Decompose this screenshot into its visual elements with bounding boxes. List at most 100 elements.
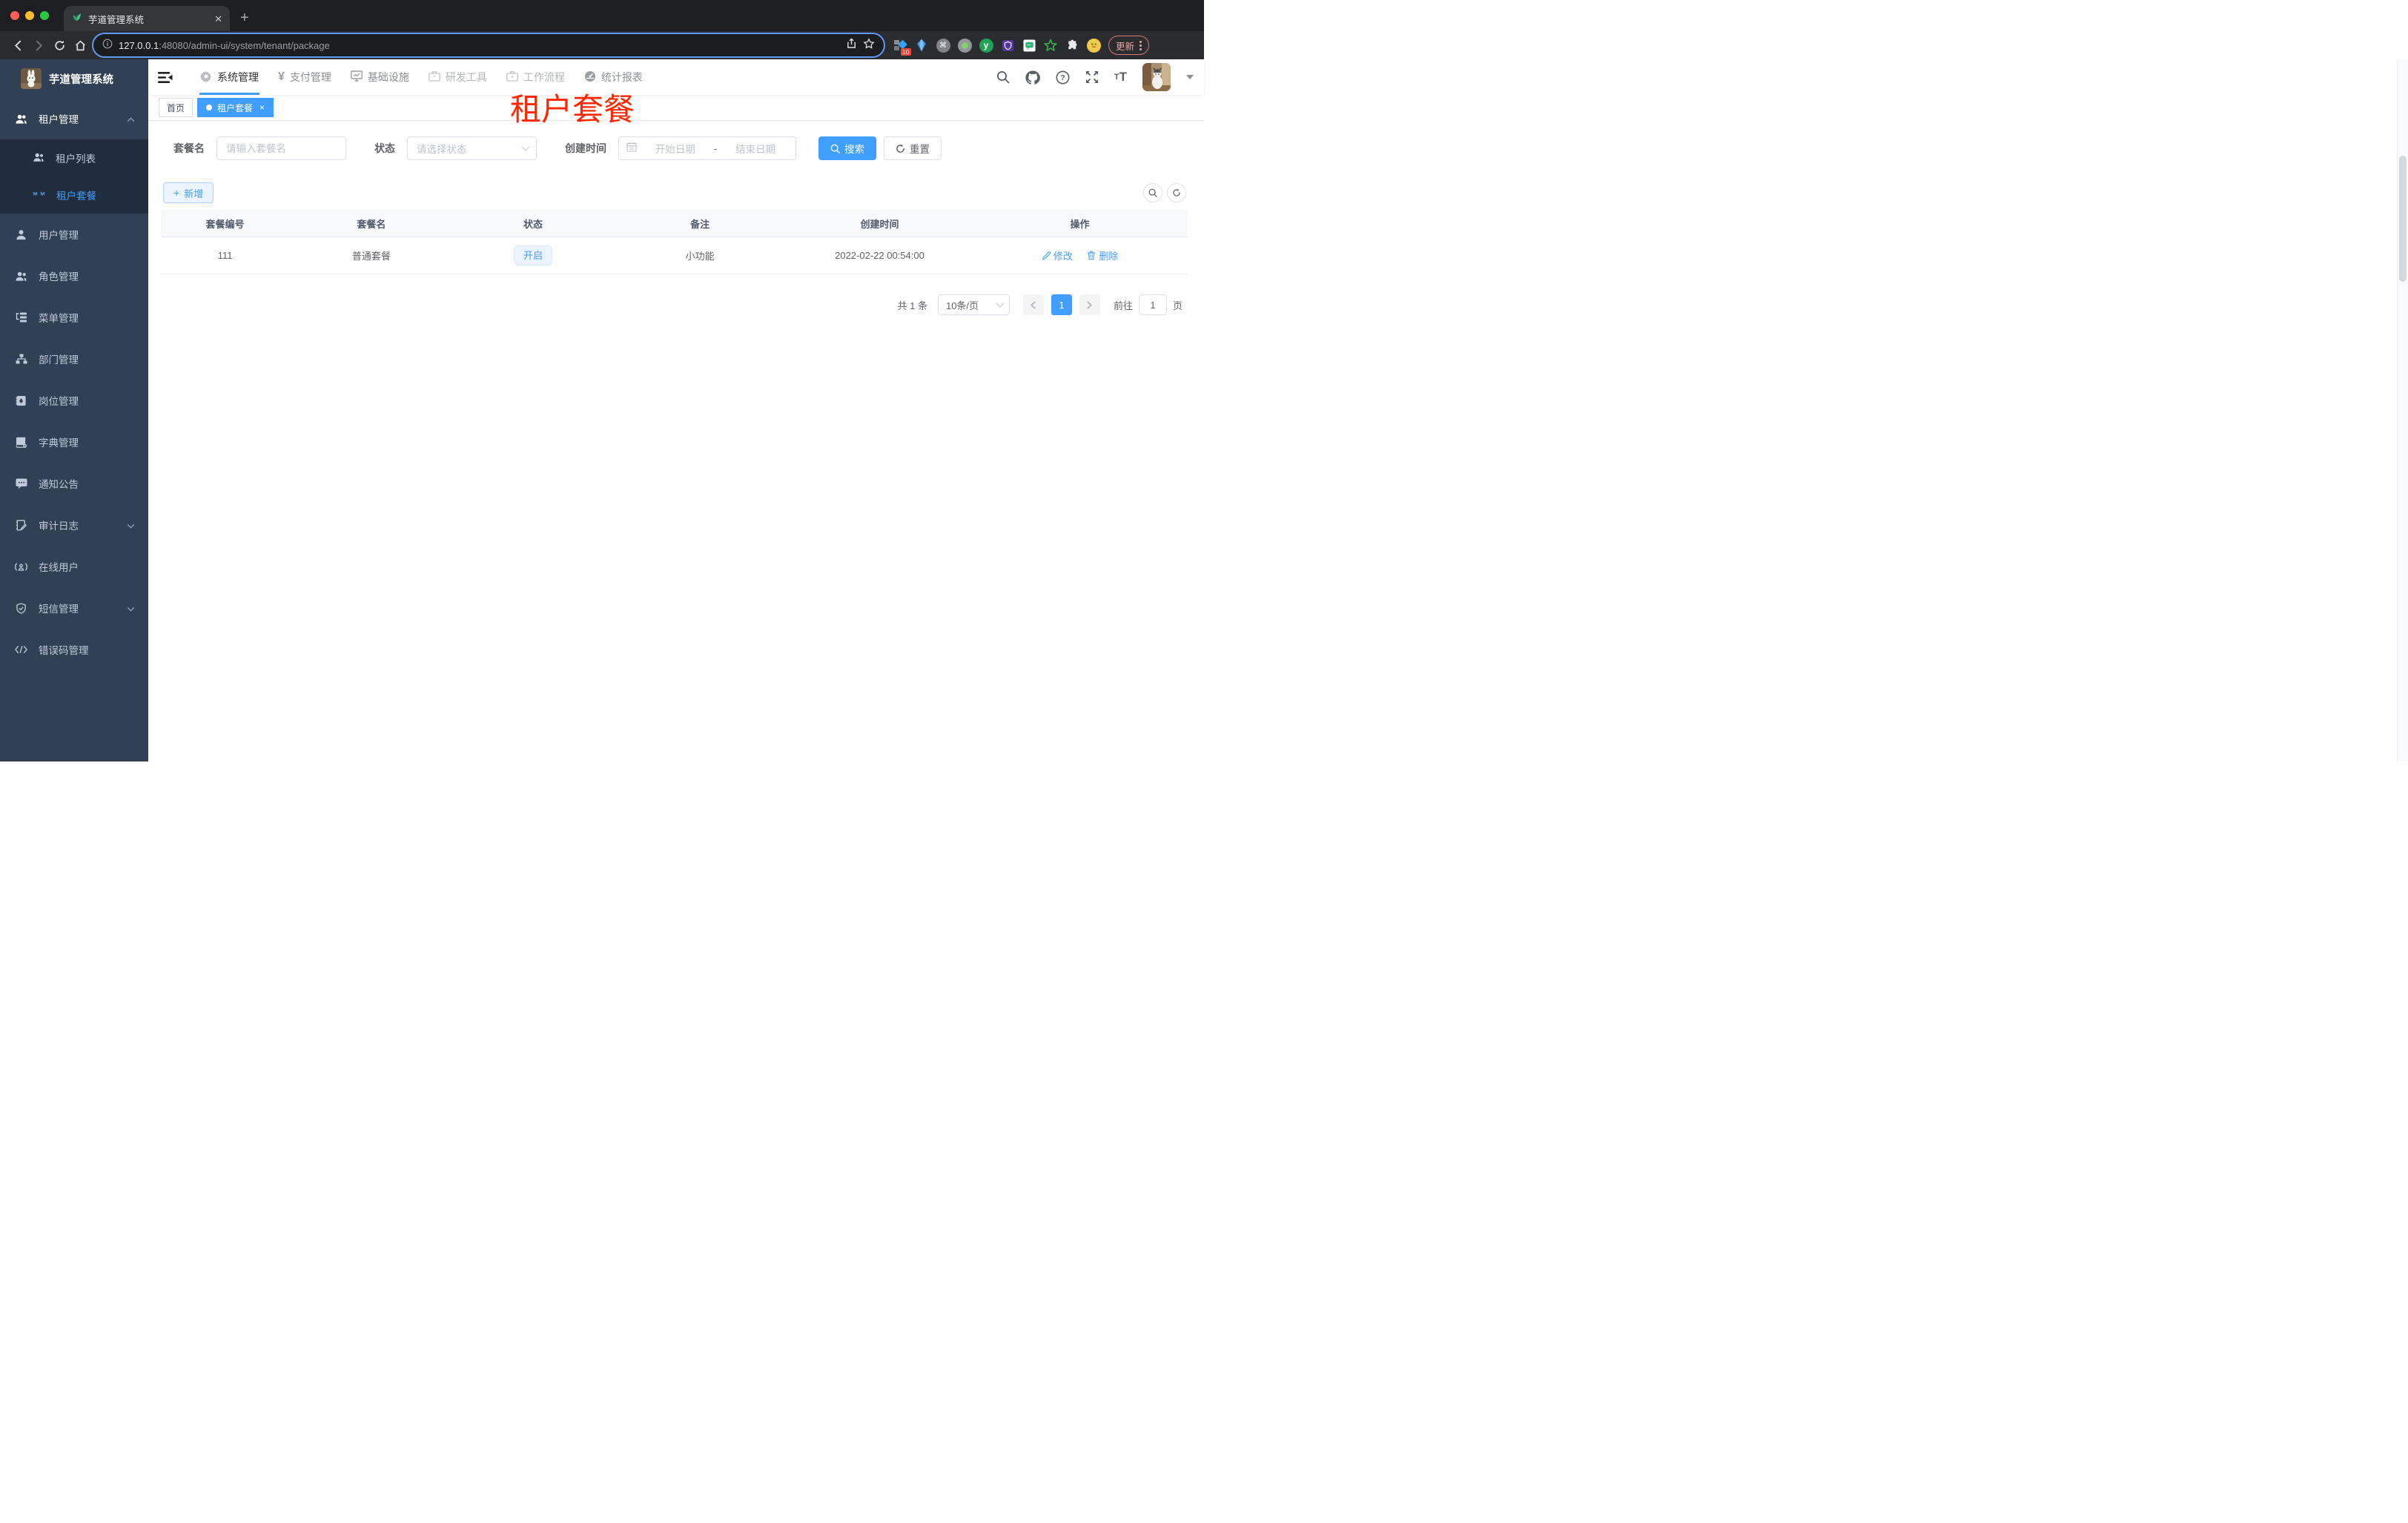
extension-green-dot-icon[interactable] bbox=[957, 38, 972, 53]
zoom-window-button[interactable] bbox=[40, 11, 49, 20]
tab-close-icon[interactable]: ✕ bbox=[214, 14, 222, 24]
browser-tab[interactable]: 芋道管理系统 ✕ bbox=[64, 6, 230, 31]
sidebar-item-label: 租户管理 bbox=[39, 114, 79, 125]
top-menu-label: 基础设施 bbox=[367, 71, 409, 83]
sidebar-item-user-management[interactable]: 用户管理 bbox=[0, 214, 148, 255]
cell-name: 普通套餐 bbox=[351, 251, 391, 262]
sidebar-item-audit-log[interactable]: 审计日志 bbox=[0, 504, 148, 546]
sidebar-item-label: 短信管理 bbox=[39, 604, 79, 615]
svg-text:?: ? bbox=[1060, 73, 1065, 82]
fullscreen-icon[interactable] bbox=[1085, 70, 1099, 84]
top-menu-label: 系统管理 bbox=[217, 71, 259, 83]
top-menu-workflow[interactable]: 工作流程 bbox=[497, 59, 575, 95]
next-page-button[interactable] bbox=[1079, 294, 1100, 315]
address-bar[interactable]: 127.0.0.1:48080/admin-ui/system/tenant/p… bbox=[93, 34, 884, 56]
tag-home[interactable]: 首页 bbox=[159, 98, 194, 117]
reset-label: 重置 bbox=[910, 144, 930, 155]
table-search-toggle-button[interactable] bbox=[1143, 183, 1162, 202]
scrollbar-thumb[interactable] bbox=[2399, 156, 2407, 282]
reload-icon[interactable] bbox=[49, 35, 70, 56]
favicon-plant-icon bbox=[71, 11, 82, 26]
sidebar-item-tenant-package[interactable]: 租户套餐 bbox=[0, 176, 148, 214]
shield-check-icon bbox=[15, 602, 27, 614]
sidebar-item-tenant-management[interactable]: 租户管理 bbox=[0, 98, 148, 139]
sidebar: 芋道管理系统 租户管理 租户列表 租户套餐 用户管理 角色管理 菜单管理 部门管… bbox=[0, 59, 148, 762]
package-name-input[interactable] bbox=[217, 137, 345, 159]
cell-status: 开启 bbox=[454, 245, 613, 265]
sidebar-item-dept-management[interactable]: 部门管理 bbox=[0, 338, 148, 380]
back-icon[interactable] bbox=[7, 35, 28, 56]
chrome-update-button[interactable]: 更新 bbox=[1108, 36, 1150, 55]
close-window-button[interactable] bbox=[10, 11, 19, 20]
new-tab-button[interactable]: + bbox=[240, 10, 249, 25]
search-button[interactable]: 搜索 bbox=[818, 136, 876, 160]
user-avatar[interactable] bbox=[1142, 63, 1171, 91]
home-icon[interactable] bbox=[70, 35, 90, 56]
font-size-icon[interactable]: TT bbox=[1114, 70, 1127, 85]
page-annotation-text: 租户套餐 bbox=[510, 92, 635, 127]
page-size-select[interactable]: 10条/页 bbox=[937, 294, 1010, 315]
forward-icon[interactable] bbox=[28, 35, 49, 56]
current-page-button[interactable]: 1 bbox=[1051, 294, 1072, 315]
chrome-menu-icon[interactable] bbox=[1140, 40, 1142, 50]
extension-shield-icon[interactable] bbox=[1000, 38, 1015, 53]
sidebar-item-menu-management[interactable]: 菜单管理 bbox=[0, 297, 148, 338]
help-icon[interactable]: ? bbox=[1056, 70, 1070, 85]
sidebar-item-sms-management[interactable]: 短信管理 bbox=[0, 587, 148, 629]
sidebar-item-online-users[interactable]: 在线用户 bbox=[0, 546, 148, 587]
sidebar-item-error-code[interactable]: 错误码管理 bbox=[0, 629, 148, 670]
top-menu-pay[interactable]: ¥ 支付管理 bbox=[268, 59, 341, 95]
cell-created: 2022-02-22 00:54:00 bbox=[835, 250, 924, 261]
page-scrollbar[interactable] bbox=[2397, 59, 2408, 762]
extension-chat-icon[interactable] bbox=[1022, 38, 1036, 53]
extensions-puzzle-icon[interactable] bbox=[1065, 38, 1079, 53]
active-dot-icon bbox=[206, 105, 213, 110]
top-menu-system[interactable]: 系统管理 bbox=[191, 59, 268, 95]
minimize-window-button[interactable] bbox=[25, 11, 34, 20]
goto-page-input[interactable] bbox=[1138, 294, 1167, 315]
hamburger-icon[interactable] bbox=[148, 71, 180, 84]
sidebar-item-role-management[interactable]: 角色管理 bbox=[0, 255, 148, 297]
delete-label: 删除 bbox=[1099, 250, 1119, 262]
delete-link[interactable]: 删除 bbox=[1087, 248, 1118, 262]
chevron-down-icon bbox=[127, 603, 135, 614]
sidebar-item-notice[interactable]: 通知公告 bbox=[0, 463, 148, 504]
github-icon[interactable] bbox=[1025, 70, 1040, 85]
table-refresh-button[interactable] bbox=[1167, 183, 1186, 202]
top-menu-infra[interactable]: 基础设施 bbox=[341, 59, 419, 95]
prev-page-button[interactable] bbox=[1022, 294, 1044, 315]
filter-form: 套餐名 状态 请选择状态 创建时间 开始日期 bbox=[173, 136, 942, 160]
sidebar-item-tenant-list[interactable]: 租户列表 bbox=[0, 139, 148, 176]
profile-avatar-icon[interactable] bbox=[1086, 38, 1101, 53]
sidebar-item-dict-management[interactable]: 字典管理 bbox=[0, 421, 148, 463]
tag-tenant-package[interactable]: 租户套餐 × bbox=[197, 98, 274, 117]
sidebar-item-post-management[interactable]: 岗位管理 bbox=[0, 380, 148, 421]
tenant-submenu: 租户列表 租户套餐 bbox=[0, 139, 148, 214]
window-controls bbox=[10, 11, 49, 20]
extension-y-icon[interactable]: y bbox=[979, 38, 993, 53]
tenant-package-icon bbox=[33, 190, 45, 201]
date-range-picker[interactable]: 开始日期 - 结束日期 bbox=[618, 136, 796, 160]
status-filter-label: 状态 bbox=[374, 142, 395, 154]
top-menu-report[interactable]: 统计报表 bbox=[575, 59, 652, 95]
top-menu-dev-tools[interactable]: 研发工具 bbox=[419, 59, 497, 95]
extension-tabs-icon[interactable]: 10 bbox=[893, 38, 911, 56]
reset-button[interactable]: 重置 bbox=[884, 136, 942, 160]
sidebar-logo[interactable]: 芋道管理系统 bbox=[0, 59, 148, 98]
extension-star-icon[interactable] bbox=[1043, 38, 1058, 53]
col-header-name: 套餐名 bbox=[357, 218, 386, 230]
site-info-icon[interactable] bbox=[102, 39, 113, 53]
avatar-caret-icon[interactable] bbox=[1186, 75, 1194, 79]
add-button[interactable]: + 新增 bbox=[163, 182, 214, 203]
edit-link[interactable]: 修改 bbox=[1042, 248, 1073, 262]
share-icon[interactable] bbox=[846, 38, 857, 53]
peoples-icon bbox=[15, 271, 27, 282]
tag-close-icon[interactable]: × bbox=[259, 102, 265, 113]
extension-command-icon[interactable]: ⌘ bbox=[936, 38, 950, 53]
col-header-id: 套餐编号 bbox=[205, 218, 245, 230]
url-text[interactable]: 127.0.0.1:48080/admin-ui/system/tenant/p… bbox=[119, 40, 840, 51]
search-icon[interactable] bbox=[996, 70, 1010, 84]
status-select[interactable]: 请选择状态 bbox=[407, 136, 537, 160]
bookmark-star-icon[interactable] bbox=[863, 37, 875, 53]
extension-gem-icon[interactable] bbox=[914, 38, 929, 53]
